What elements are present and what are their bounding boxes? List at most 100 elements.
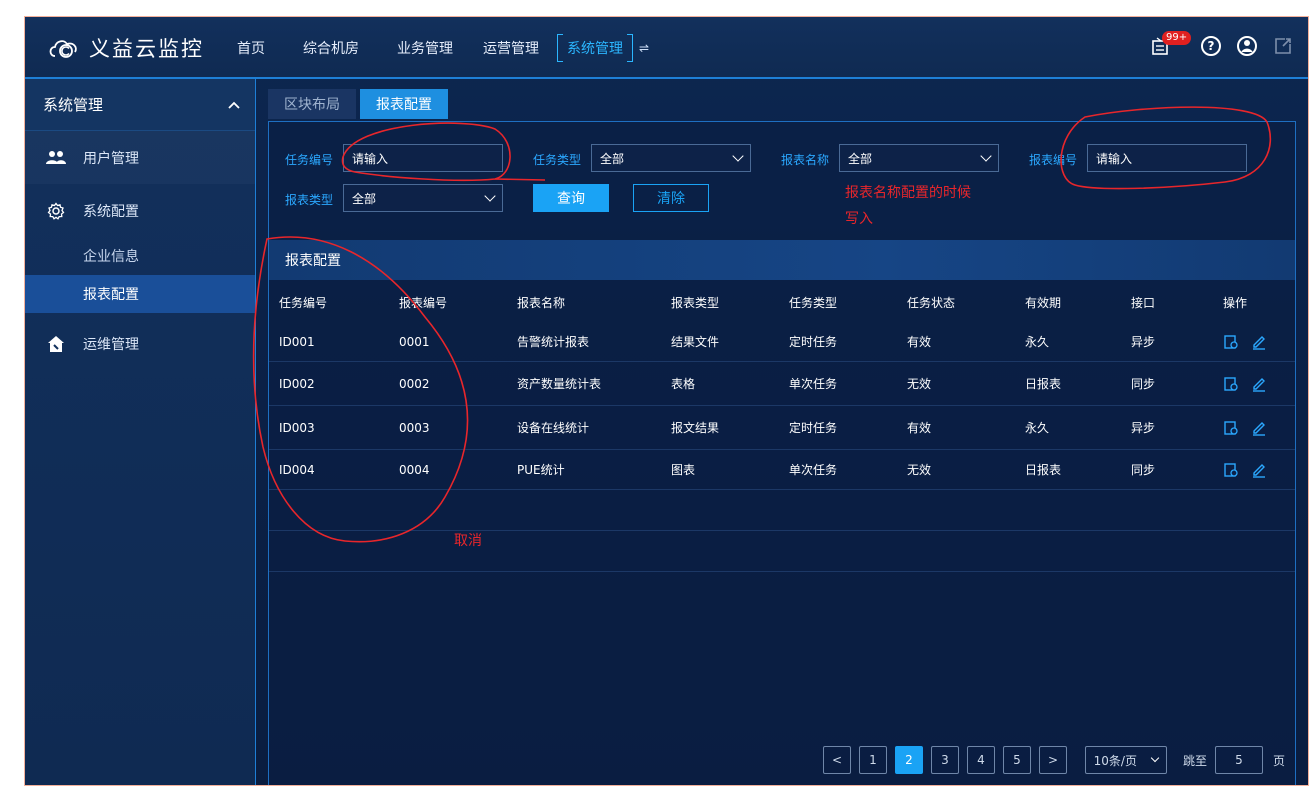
chevron-down-icon: [1151, 753, 1160, 763]
nav-item-datacenter[interactable]: 综合机房: [303, 38, 359, 58]
annotation-line: 报表名称配置的时候: [845, 185, 971, 201]
filter-form: 任务编号 请输入 任务类型 全部 报表名称 全部 报表编号 请输入 报表类型 全…: [269, 122, 1295, 232]
table-cell: 单次任务: [789, 463, 838, 477]
page-button[interactable]: 5: [1002, 746, 1031, 774]
sidebar-subitem-company[interactable]: 企业信息: [25, 237, 255, 275]
table-cell: 有效: [907, 421, 932, 435]
table-cell: 表格: [671, 377, 696, 391]
main-content: 区块布局 报表配置 任务编号 请输入 任务类型 全部 报表名称 全部 报表编号 …: [255, 79, 1308, 785]
task-id-input[interactable]: 请输入: [343, 144, 503, 172]
page-button[interactable]: 4: [966, 746, 995, 774]
page-button-current[interactable]: 2: [894, 746, 923, 774]
column-header: 有效期: [1025, 295, 1062, 310]
top-navigation-bar: 义益云监控 首页 综合机房 业务管理 运营管理 系统管理 ⇌ 99+ ?: [25, 17, 1308, 79]
annotation-line: 写入: [845, 211, 873, 227]
page-size-select[interactable]: 10条/页: [1084, 746, 1167, 774]
help-icon[interactable]: ?: [1200, 35, 1222, 57]
nav-item-system[interactable]: 系统管理: [557, 34, 633, 62]
view-report-icon[interactable]: [1223, 334, 1239, 350]
page-size-value: 10条/页: [1093, 753, 1137, 768]
chevron-down-icon: [484, 190, 496, 202]
prev-page-button[interactable]: <: [822, 746, 851, 774]
table-cell: 同步: [1131, 377, 1156, 391]
row-actions: [1213, 376, 1293, 392]
task-type-select[interactable]: 全部: [591, 144, 751, 172]
column-header: 任务编号: [279, 295, 328, 310]
task-id-label: 任务编号: [285, 153, 334, 167]
sidebar-header[interactable]: 系统管理: [25, 79, 255, 131]
tab-block-layout[interactable]: 区块布局: [268, 89, 356, 119]
table-cell: ID002: [279, 376, 315, 391]
table-cell: 单次任务: [789, 377, 838, 391]
report-name-select[interactable]: 全部: [839, 144, 999, 172]
edit-icon[interactable]: [1251, 420, 1267, 436]
edit-icon[interactable]: [1251, 462, 1267, 478]
section-title: 报表配置: [269, 240, 1295, 280]
column-header: 任务状态: [907, 295, 956, 310]
page-button[interactable]: 3: [930, 746, 959, 774]
table-cell: 无效: [907, 463, 932, 477]
sidebar-item-label: 用户管理: [83, 150, 139, 167]
view-report-icon[interactable]: [1223, 462, 1239, 478]
table-cell: 有效: [907, 335, 932, 349]
report-type-label: 报表类型: [285, 193, 334, 207]
table-cell: 0004: [399, 462, 430, 477]
report-name-label: 报表名称: [781, 153, 830, 167]
app-window: 义益云监控 首页 综合机房 业务管理 运营管理 系统管理 ⇌ 99+ ? 系统管…: [24, 16, 1309, 786]
users-icon: [45, 150, 67, 166]
report-config-panel: 任务编号 请输入 任务类型 全部 报表名称 全部 报表编号 请输入 报表类型 全…: [268, 121, 1296, 785]
table-cell: 0001: [399, 334, 430, 349]
report-name-value: 全部: [848, 151, 873, 166]
page-button[interactable]: 1: [858, 746, 887, 774]
sidebar-item-ops[interactable]: 运维管理: [25, 317, 255, 370]
report-no-input[interactable]: 请输入: [1087, 144, 1247, 172]
edit-icon[interactable]: [1251, 376, 1267, 392]
sidebar-item-system-config[interactable]: 系统配置: [25, 184, 255, 237]
report-type-value: 全部: [352, 191, 377, 206]
view-report-icon[interactable]: [1223, 376, 1239, 392]
report-type-select[interactable]: 全部: [343, 184, 503, 212]
table-row[interactable]: ID002 0002 资产数量统计表 表格 单次任务 无效 日报表 同步: [269, 362, 1295, 406]
table-cell: 告警统计报表: [517, 335, 590, 349]
tab-report-config[interactable]: 报表配置: [360, 89, 448, 119]
notification-icon[interactable]: 99+: [1150, 31, 1192, 57]
chevron-down-icon: [732, 150, 744, 162]
sidebar: 系统管理 用户管理 系统配置 企业信息 报表配置 运维管理: [25, 79, 255, 785]
table-row[interactable]: ID004 0004 PUE统计 图表 单次任务 无效 日报表 同步: [269, 450, 1295, 490]
swap-icon[interactable]: ⇌: [639, 41, 649, 55]
table-cell: ID003: [279, 420, 315, 435]
nav-item-operations[interactable]: 运营管理: [483, 38, 539, 58]
sidebar-subitem-report[interactable]: 报表配置: [25, 275, 255, 313]
edit-icon[interactable]: [1251, 334, 1267, 350]
jump-page-input[interactable]: 5: [1214, 746, 1263, 774]
table-cell: 0002: [399, 376, 430, 391]
annotation-note-cancel: 取消: [454, 533, 482, 549]
chevron-down-icon: [980, 150, 992, 162]
clear-button[interactable]: 清除: [633, 184, 709, 212]
table-cell: 异步: [1131, 335, 1156, 349]
table-cell: 0003: [399, 420, 430, 435]
table-cell: 异步: [1131, 421, 1156, 435]
logout-icon[interactable]: [1272, 35, 1294, 57]
sidebar-item-label: 系统配置: [83, 203, 139, 220]
table-cell: 定时任务: [789, 421, 838, 435]
app-logo[interactable]: 义益云监控: [47, 33, 204, 63]
column-header: 接口: [1131, 295, 1156, 310]
next-page-button[interactable]: >: [1038, 746, 1067, 774]
view-report-icon[interactable]: [1223, 420, 1239, 436]
nav-item-home[interactable]: 首页: [237, 38, 265, 58]
user-icon[interactable]: [1236, 35, 1258, 57]
top-toolbar: 99+ ?: [1150, 31, 1294, 57]
chevron-up-icon[interactable]: [227, 98, 241, 112]
column-header: 报表名称: [517, 295, 566, 310]
app-title: 义益云监控: [89, 37, 204, 61]
report-table: 任务编号 报表编号 报表名称 报表类型 任务类型 任务状态 有效期 接口 操作 …: [269, 282, 1295, 572]
table-cell: 结果文件: [671, 335, 720, 349]
sidebar-item-users[interactable]: 用户管理: [25, 131, 255, 184]
table-row[interactable]: ID001 0001 告警统计报表 结果文件 定时任务 有效 永久 异步: [269, 322, 1295, 362]
notification-badge: 99+: [1162, 31, 1192, 45]
table-cell: 永久: [1025, 421, 1050, 435]
nav-item-business[interactable]: 业务管理: [397, 38, 453, 58]
query-button[interactable]: 查询: [533, 184, 609, 212]
table-row[interactable]: ID003 0003 设备在线统计 报文结果 定时任务 有效 永久 异步: [269, 406, 1295, 450]
